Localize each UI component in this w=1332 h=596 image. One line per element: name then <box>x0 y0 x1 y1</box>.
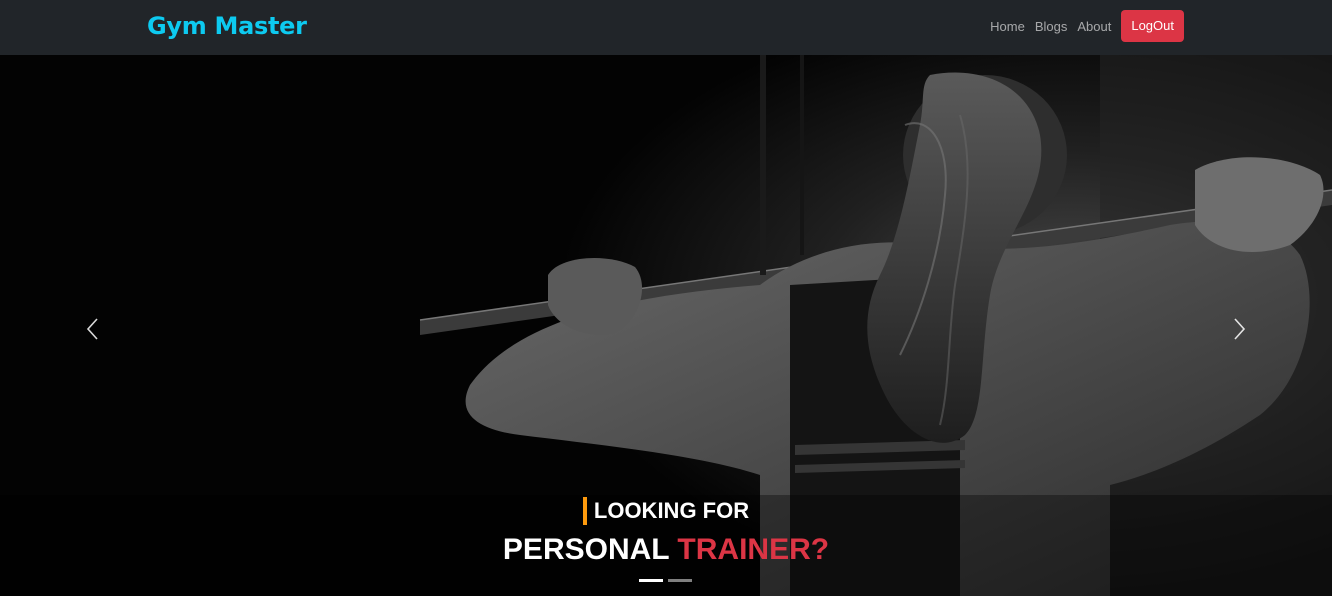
caption-subtitle: LOOKING FOR <box>593 498 750 523</box>
caption-title-white: PERSONAL <box>502 533 670 566</box>
carousel-indicator-1[interactable] <box>639 579 663 582</box>
nav-link-blogs[interactable]: Blogs <box>1035 19 1068 34</box>
logout-button[interactable]: LogOut <box>1121 10 1184 42</box>
chevron-left-icon <box>86 318 98 340</box>
carousel-caption: LOOKING FOR PERSONAL TRAINER? <box>0 497 1332 567</box>
caption-title: PERSONAL TRAINER? <box>0 533 1332 567</box>
carousel-indicators <box>639 579 697 582</box>
nav-link-home[interactable]: Home <box>990 19 1025 34</box>
caption-accent-bar <box>582 497 587 525</box>
chevron-right-icon <box>1234 318 1246 340</box>
hero-carousel: LOOKING FOR PERSONAL TRAINER? <box>0 55 1332 596</box>
carousel-indicator-2[interactable] <box>668 579 692 582</box>
nav-link-about[interactable]: About <box>1077 19 1111 34</box>
nav-links: Home Blogs About LogOut <box>980 10 1184 42</box>
caption-top-line: LOOKING FOR <box>582 497 750 525</box>
brand-logo[interactable]: Gym Master <box>147 12 307 40</box>
caption-title-accent: TRAINER? <box>677 533 830 566</box>
carousel-prev-button[interactable] <box>73 313 113 345</box>
carousel-next-button[interactable] <box>1219 313 1259 345</box>
navbar: Gym Master Home Blogs About LogOut <box>0 0 1332 55</box>
